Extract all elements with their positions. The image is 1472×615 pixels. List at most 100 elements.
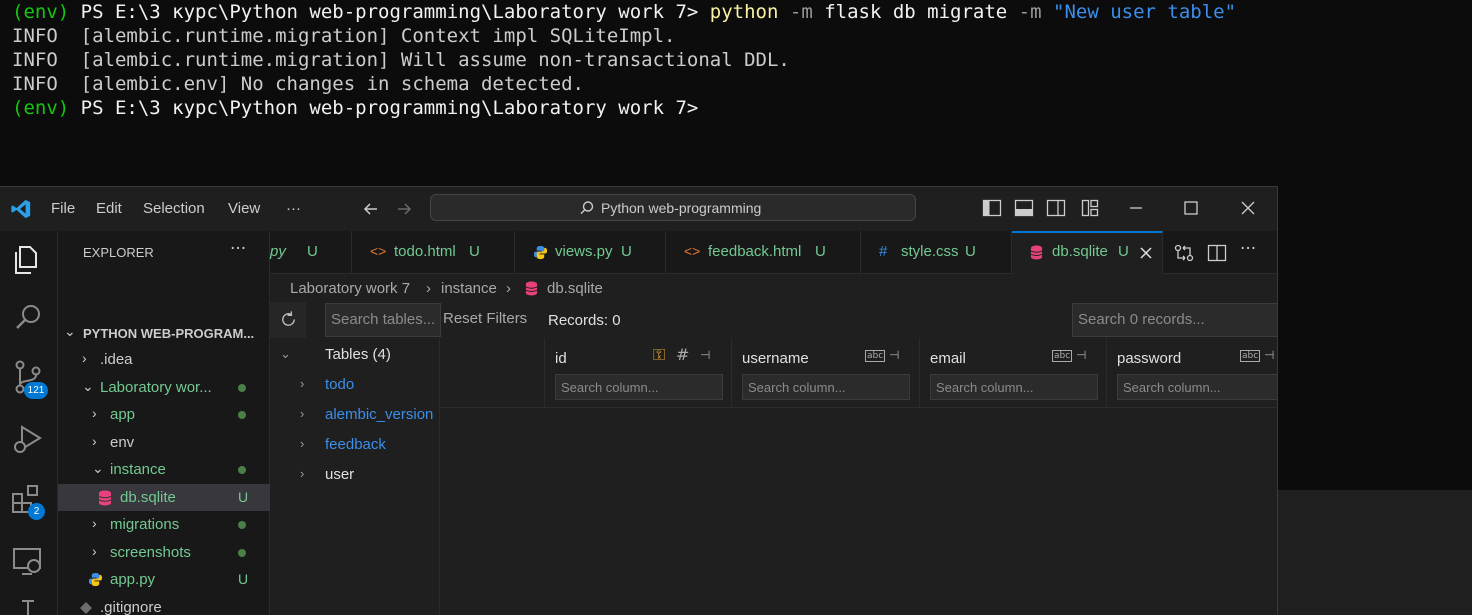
search-icon (580, 201, 594, 215)
command-args: flask db migrate (824, 1, 1008, 23)
tab-status: U (469, 243, 480, 260)
column-search-input[interactable]: Search column... (1117, 374, 1277, 400)
background-window (1278, 490, 1472, 615)
column-search-input[interactable]: Search column... (742, 374, 910, 400)
reset-filters-button[interactable]: Reset Filters (443, 310, 527, 327)
pin-icon[interactable]: ⊣ (1076, 348, 1086, 362)
table-item-feedback[interactable]: › feedback (270, 430, 440, 460)
breadcrumb-item[interactable]: db.sqlite (547, 280, 603, 297)
refresh-icon (282, 311, 295, 326)
db-toolbar: Search tables... Reset Filters Records: … (270, 302, 1277, 338)
explorer-more-button[interactable]: ··· (230, 239, 246, 259)
column-search-placeholder: Search column... (1123, 380, 1221, 395)
records-grid: id ⚿ # ⊣ Search column... username abc ⊣… (440, 338, 1277, 615)
command-center-search[interactable]: Python web-programming (430, 194, 916, 221)
tab-db-sqlite[interactable]: db.sqlite U (1012, 231, 1163, 274)
menu-selection[interactable]: Selection (143, 200, 205, 217)
customize-layout-icon[interactable] (1081, 199, 1099, 217)
run-debug-icon[interactable] (10, 421, 46, 457)
tree-item-laboratory-work[interactable]: ⌄ Laboratory wor... (58, 374, 270, 401)
column-search-input[interactable]: Search column... (555, 374, 723, 400)
menu-edit[interactable]: Edit (96, 200, 122, 217)
remote-explorer-icon[interactable] (10, 544, 46, 580)
tab-app-py[interactable]: py U (270, 231, 352, 274)
chevron-down-icon: ⌄ (92, 460, 104, 476)
toggle-primary-sidebar-icon[interactable] (982, 199, 1002, 217)
untracked-dot (238, 549, 246, 557)
table-item-todo[interactable]: › todo (270, 370, 440, 400)
column-search-input[interactable]: Search column... (930, 374, 1098, 400)
editor-more-icon[interactable]: ··· (1240, 239, 1256, 259)
tables-header[interactable]: ⌄ Tables (4) (270, 340, 440, 370)
tree-item-screenshots[interactable]: › screenshots (58, 539, 270, 566)
git-file-icon (80, 602, 92, 614)
table-item-user[interactable]: › user (270, 460, 440, 490)
tab-views-py[interactable]: views.py U (515, 231, 666, 274)
pin-icon[interactable]: ⊣ (1264, 348, 1274, 362)
tree-item-label: instance (110, 461, 166, 478)
tree-item-instance[interactable]: ⌄ instance (58, 456, 270, 483)
git-status-untracked: U (238, 489, 249, 505)
explorer-icon[interactable] (10, 242, 46, 278)
tree-item-label: .gitignore (100, 599, 162, 615)
column-password[interactable]: password abc ⊣ Search column... (1107, 338, 1277, 408)
back-arrow-icon[interactable] (362, 200, 380, 218)
tree-item-idea[interactable]: › .idea (58, 346, 270, 373)
refresh-button[interactable] (270, 302, 306, 338)
pin-icon[interactable]: ⊣ (889, 348, 899, 362)
forward-arrow-icon[interactable] (395, 200, 413, 218)
chevron-right-icon: › (92, 405, 97, 421)
tab-feedback-html[interactable]: <> feedback.html U (666, 231, 861, 274)
untracked-dot (238, 411, 246, 419)
menu-view[interactable]: View (228, 200, 260, 217)
breadcrumb-item[interactable]: Laboratory work 7 (290, 280, 410, 297)
column-email[interactable]: email abc ⊣ Search column... (920, 338, 1107, 408)
tree-item-app-py[interactable]: app.py U (58, 566, 270, 593)
column-search-placeholder: Search column... (561, 380, 659, 395)
tab-style-css[interactable]: # style.css U (861, 231, 1012, 274)
chevron-right-icon: › (426, 280, 431, 297)
minimize-icon[interactable] (1127, 199, 1145, 217)
maximize-icon[interactable] (1182, 199, 1200, 217)
toggle-panel-icon[interactable] (1014, 199, 1034, 217)
compare-changes-icon[interactable] (1174, 244, 1194, 262)
split-editor-icon[interactable] (1207, 244, 1227, 262)
search-records-input[interactable]: Search 0 records... (1072, 303, 1277, 337)
chevron-right-icon: › (300, 376, 305, 391)
tab-todo-html[interactable]: <> todo.html U (352, 231, 515, 274)
untracked-dot (238, 521, 246, 529)
close-tab-icon[interactable] (1139, 246, 1153, 260)
menu-file[interactable]: File (51, 200, 75, 217)
table-item-alembic-version[interactable]: › alembic_version (270, 400, 440, 430)
chevron-right-icon: › (506, 280, 511, 297)
title-bar: File Edit Selection View ··· Python web-… (0, 187, 1277, 231)
menu-more[interactable]: ··· (286, 200, 301, 217)
tab-label: feedback.html (708, 243, 802, 260)
explorer-title: EXPLORER (83, 245, 154, 260)
tree-item-migrations[interactable]: › migrations (58, 511, 270, 538)
close-window-icon[interactable] (1239, 199, 1257, 217)
column-id[interactable]: id ⚿ # ⊣ Search column... (545, 338, 732, 408)
toggle-secondary-sidebar-icon[interactable] (1046, 199, 1066, 217)
command-flag: -m (1007, 1, 1053, 23)
command-flag: -m (778, 1, 825, 23)
tree-item-label: Laboratory wor... (100, 379, 212, 396)
workspace-root[interactable]: ⌄ PYTHON WEB-PROGRAM... (58, 319, 270, 346)
tree-item-app[interactable]: › app (58, 401, 270, 428)
database-icon (1030, 245, 1043, 260)
search-icon[interactable] (10, 300, 46, 336)
text-type-icon: abc (1240, 350, 1261, 362)
editor-tabs: py U <> todo.html U views.py U <> feedba… (270, 231, 1277, 274)
tree-item-env[interactable]: › env (58, 429, 270, 456)
tree-item-db-sqlite[interactable]: db.sqlite U (58, 484, 270, 511)
grid-header: id ⚿ # ⊣ Search column... username abc ⊣… (440, 338, 1277, 408)
tree-item-label: db.sqlite (120, 489, 176, 506)
breadcrumb-item[interactable]: instance (441, 280, 497, 297)
column-username[interactable]: username abc ⊣ Search column... (732, 338, 920, 408)
chevron-right-icon: › (300, 466, 305, 481)
pin-icon[interactable]: ⊣ (700, 348, 710, 362)
search-tables-input[interactable]: Search tables... (325, 303, 441, 337)
testing-icon[interactable] (10, 595, 46, 615)
search-tables-placeholder: Search tables... (331, 311, 436, 328)
tree-item-gitignore[interactable]: .gitignore (58, 594, 270, 615)
